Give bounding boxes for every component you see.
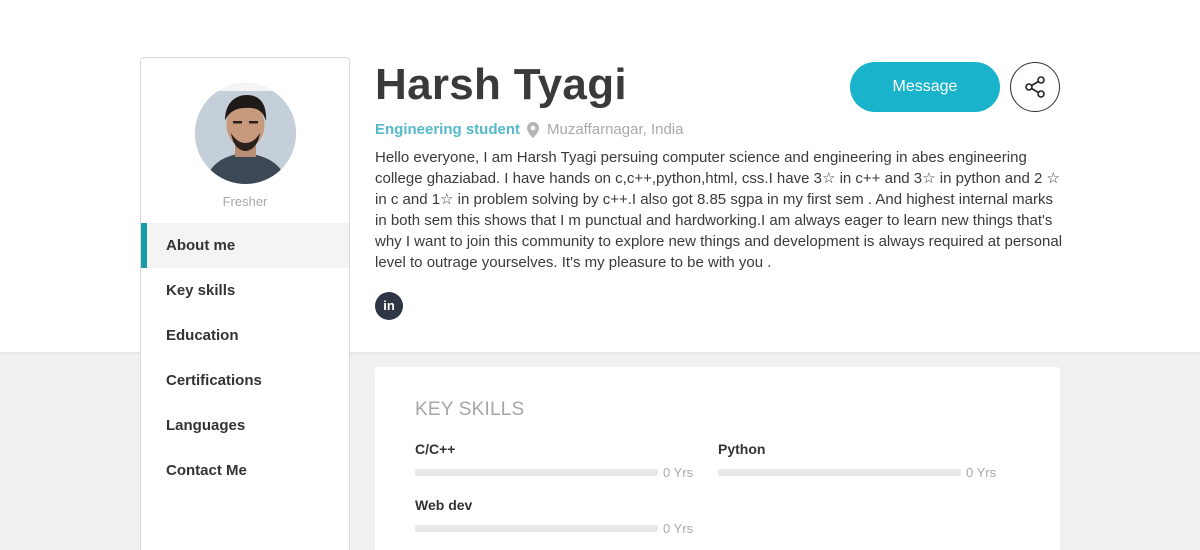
avatar-photo [195, 83, 296, 184]
skill-years: 0 Yrs [663, 521, 694, 536]
skill-years: 0 Yrs [663, 465, 694, 480]
sidebar-nav: About me Key skills Education Certificat… [141, 223, 349, 493]
skill-progress-bar [415, 469, 658, 476]
share-button[interactable] [1010, 62, 1060, 112]
skill-progress-bar [718, 469, 961, 476]
sidebar-item-about-me[interactable]: About me [141, 223, 349, 268]
sidebar-item-education[interactable]: Education [141, 313, 349, 358]
linkedin-icon[interactable]: in [375, 292, 403, 320]
profile-role: Fresher [222, 194, 268, 209]
skill-item: Python 0 Yrs [718, 441, 998, 480]
sidebar-item-languages[interactable]: Languages [141, 403, 349, 448]
profile-headline: Engineering student [375, 121, 521, 138]
sidebar-item-key-skills[interactable]: Key skills [141, 268, 349, 313]
location-pin-icon [527, 121, 539, 138]
sidebar-item-contact-me[interactable]: Contact Me [141, 448, 349, 493]
share-icon [1025, 76, 1045, 98]
skill-name: C/C++ [415, 441, 456, 457]
skill-name: Web dev [415, 497, 473, 513]
avatar [195, 83, 296, 184]
profile-sidebar: Fresher About me Key skills Education Ce… [140, 57, 350, 550]
key-skills-title: KEY SKILLS [415, 399, 525, 420]
location-text: Muzaffarnagar, India [547, 121, 684, 138]
skill-name: Python [718, 441, 766, 457]
skill-progress-bar [415, 525, 658, 532]
skill-item: Web dev 0 Yrs [415, 497, 695, 536]
profile-name: Harsh Tyagi [375, 60, 627, 109]
message-button[interactable]: Message [850, 62, 1000, 112]
profile-location: Muzaffarnagar, India [527, 121, 683, 138]
skill-item: C/C++ 0 Yrs [415, 441, 695, 480]
sidebar-item-certifications[interactable]: Certifications [141, 358, 349, 403]
profile-bio: Hello everyone, I am Harsh Tyagi persuin… [375, 149, 1063, 271]
key-skills-card: KEY SKILLS C/C++ 0 Yrs Python 0 Yrs Web … [375, 367, 1060, 550]
skill-years: 0 Yrs [966, 465, 997, 480]
